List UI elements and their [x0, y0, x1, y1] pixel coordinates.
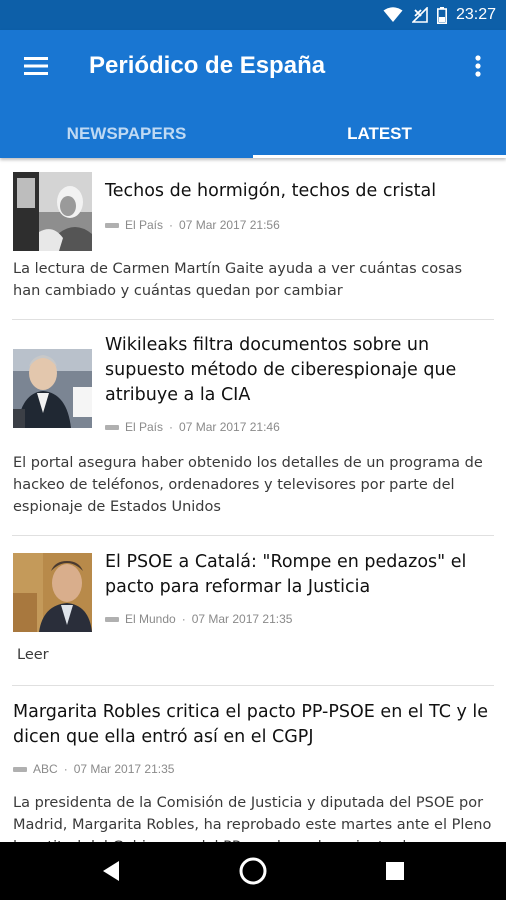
- source-logo: [105, 424, 119, 430]
- article-card[interactable]: El PSOE a Catalá: "Rompe en pedazos" el …: [0, 536, 506, 686]
- hamburger-menu-icon: [24, 57, 48, 75]
- article-source: El País: [125, 420, 164, 434]
- article-meta: El País · 07 Mar 2017 21:46: [105, 420, 280, 434]
- article-summary: Leer: [17, 647, 49, 663]
- article-headline[interactable]: El PSOE a Catalá: "Rompe en pedazos" el …: [105, 550, 492, 600]
- article-meta: El Mundo · 07 Mar 2017 21:35: [105, 612, 292, 626]
- article-thumbnail: [13, 553, 92, 632]
- app-bar: Periódico de España NEWSPAPERS LATEST: [0, 30, 506, 158]
- source-logo: [105, 616, 119, 622]
- article-card[interactable]: Margarita Robles critica el pacto PP-PSO…: [0, 686, 506, 842]
- article-meta: ABC · 07 Mar 2017 21:35: [13, 762, 174, 776]
- wifi-icon: [383, 7, 403, 22]
- source-logo: [105, 222, 119, 228]
- tab-bar: NEWSPAPERS LATEST: [0, 110, 506, 158]
- article-headline[interactable]: Techos de hormigón, techos de cristal: [105, 179, 492, 204]
- article-timestamp: 07 Mar 2017 21:35: [191, 612, 293, 626]
- recents-button[interactable]: [378, 854, 412, 888]
- article-card[interactable]: Techos de hormigón, techos de cristal El…: [0, 158, 506, 320]
- article-timestamp: 07 Mar 2017 21:56: [179, 218, 280, 232]
- article-card[interactable]: Wikileaks filtra documentos sobre un sup…: [0, 320, 506, 536]
- article-source: ABC: [33, 762, 58, 776]
- home-icon: [239, 857, 267, 885]
- app-title: Periódico de España: [89, 52, 326, 79]
- battery-icon: [436, 6, 447, 24]
- article-timestamp: 07 Mar 2017 21:35: [73, 762, 175, 776]
- article-thumbnail: [13, 172, 92, 251]
- article-thumbnail: [13, 349, 92, 428]
- article-summary: La lectura de Carmen Martín Gaite ayuda …: [13, 261, 463, 299]
- article-summary: El portal asegura haber obtenido los det…: [13, 455, 483, 515]
- more-vert-icon: [475, 55, 481, 77]
- overflow-menu-button[interactable]: [458, 46, 498, 86]
- article-source: El País: [125, 218, 164, 232]
- status-bar: 23:27: [0, 0, 506, 30]
- meta-separator: ·: [181, 612, 186, 626]
- back-button[interactable]: [94, 854, 128, 888]
- article-headline[interactable]: Margarita Robles critica el pacto PP-PSO…: [13, 700, 492, 750]
- meta-separator: ·: [63, 762, 68, 776]
- back-icon: [103, 861, 119, 881]
- meta-separator: ·: [169, 420, 174, 434]
- meta-separator: ·: [169, 218, 174, 232]
- status-time: 23:27: [455, 6, 496, 23]
- menu-button[interactable]: [16, 46, 56, 86]
- signal-off-icon: [411, 7, 428, 23]
- home-button[interactable]: [236, 854, 270, 888]
- tab-latest[interactable]: LATEST: [253, 110, 506, 158]
- article-source: El Mundo: [125, 612, 176, 626]
- tab-newspapers[interactable]: NEWSPAPERS: [0, 110, 253, 158]
- source-logo: [13, 766, 27, 772]
- status-icons: 23:27: [383, 5, 496, 25]
- article-meta: El País · 07 Mar 2017 21:56: [105, 218, 280, 232]
- article-timestamp: 07 Mar 2017 21:46: [179, 420, 280, 434]
- recents-icon: [386, 862, 404, 880]
- article-summary: La presidenta de la Comisión de Justicia…: [13, 795, 492, 842]
- news-feed[interactable]: Techos de hormigón, techos de cristal El…: [0, 158, 506, 842]
- article-headline[interactable]: Wikileaks filtra documentos sobre un sup…: [105, 333, 492, 408]
- system-nav-bar: [0, 842, 506, 900]
